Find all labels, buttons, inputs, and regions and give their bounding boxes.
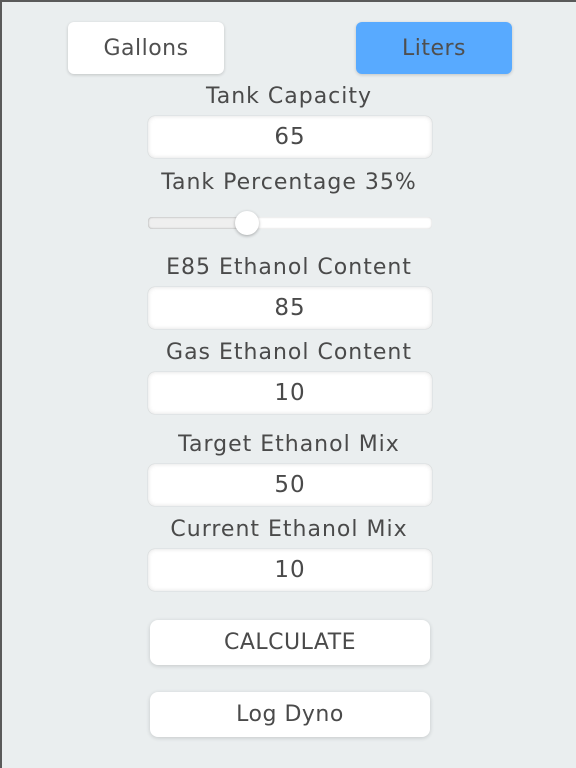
tank-percentage-label: Tank Percentage 35%: [161, 170, 417, 195]
target-ethanol-mix-value: 50: [274, 472, 306, 498]
log-dyno-button-label: Log Dyno: [236, 702, 344, 727]
e85-ethanol-content-value: 85: [274, 295, 306, 321]
target-ethanol-mix-label: Target Ethanol Mix: [178, 432, 400, 457]
tank-percentage-slider[interactable]: [148, 211, 432, 235]
slider-fill: [148, 217, 247, 229]
log-dyno-button[interactable]: Log Dyno: [150, 692, 430, 737]
calculate-button[interactable]: CALCULATE: [150, 620, 430, 665]
calculate-button-label: CALCULATE: [223, 630, 357, 655]
gallons-button-label: Gallons: [103, 35, 189, 61]
e85-ethanol-content-label: E85 Ethanol Content: [166, 255, 412, 280]
liters-button-label: Liters: [401, 35, 467, 61]
gas-ethanol-content-label: Gas Ethanol Content: [166, 340, 412, 365]
current-ethanol-mix-input[interactable]: 10: [148, 549, 432, 591]
tank-capacity-input[interactable]: 65: [148, 116, 432, 158]
tank-capacity-label: Tank Capacity: [205, 84, 373, 109]
gas-ethanol-content-value: 10: [274, 380, 306, 406]
gas-ethanol-content-input[interactable]: 10: [148, 372, 432, 414]
current-ethanol-mix-label: Current Ethanol Mix: [170, 517, 408, 542]
tank-capacity-value: 65: [274, 124, 306, 150]
slider-thumb[interactable]: [235, 211, 259, 235]
current-ethanol-mix-value: 10: [274, 557, 306, 583]
liters-button[interactable]: Liters: [356, 22, 512, 74]
e85-ethanol-content-input[interactable]: 85: [148, 287, 432, 329]
gallons-button[interactable]: Gallons: [68, 22, 224, 74]
target-ethanol-mix-input[interactable]: 50: [148, 464, 432, 506]
app-screen: Gallons Liters Tank Capacity 65 Tank Per…: [2, 2, 576, 768]
